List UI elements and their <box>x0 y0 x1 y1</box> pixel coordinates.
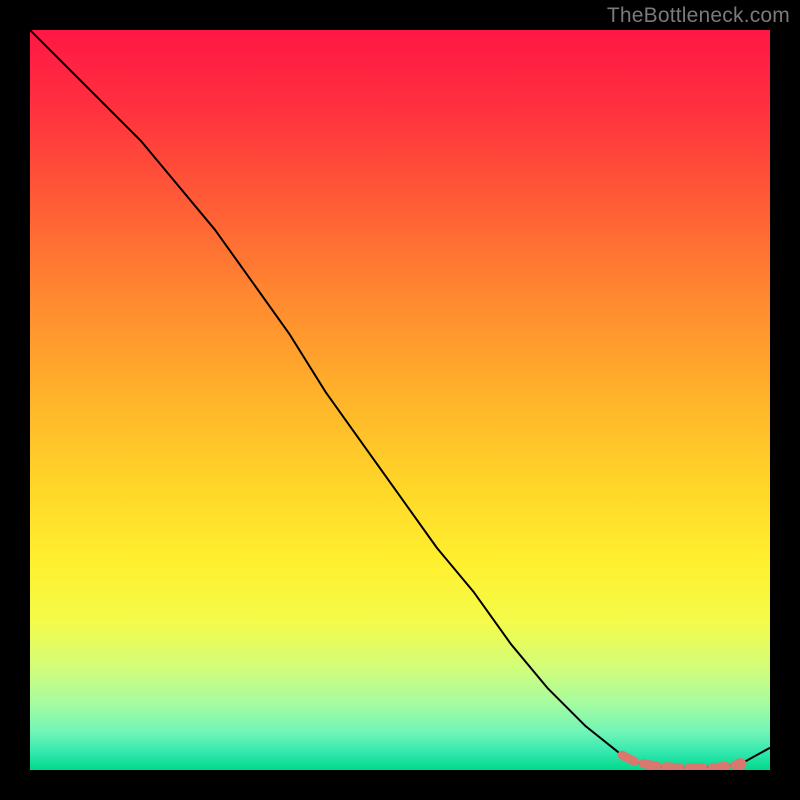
plot-svg <box>30 30 770 770</box>
chart-stage: TheBottleneck.com <box>0 0 800 800</box>
optimal-point-marker <box>734 758 746 770</box>
plot-area <box>30 30 770 770</box>
watermark-text: TheBottleneck.com <box>607 4 790 28</box>
